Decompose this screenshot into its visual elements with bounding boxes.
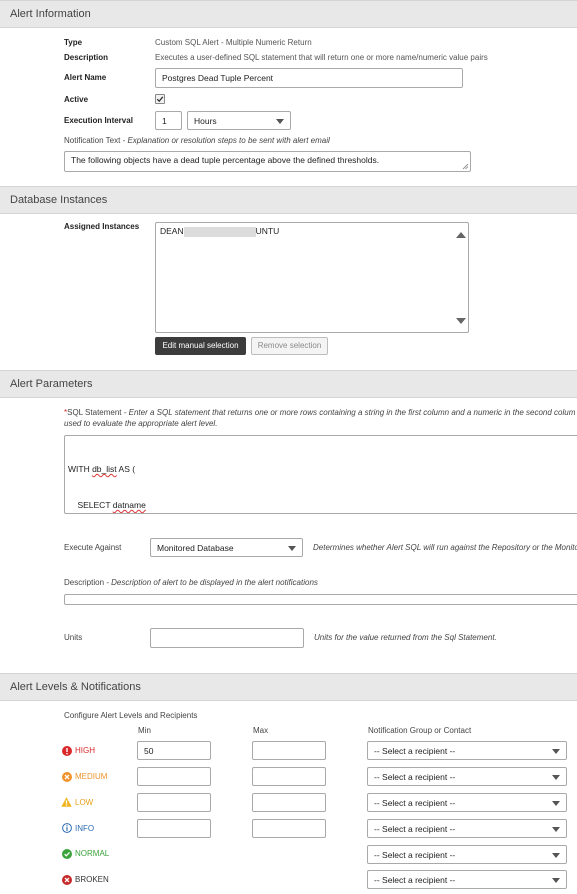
alert-name-label: Alert Name (64, 73, 107, 82)
instance-suffix: UNTU (255, 226, 280, 236)
alert-description-label-text: Description (64, 578, 105, 587)
execute-against-label: Execute Against (64, 543, 122, 552)
level-name-high: HIGH (75, 746, 95, 755)
medium-min-input[interactable] (137, 767, 211, 786)
section-alert-information: Alert Information (0, 0, 577, 28)
recipient-value: -- Select a recipient -- (374, 798, 456, 808)
sql-label: SQL Statement (67, 408, 122, 417)
description-label: Description (64, 53, 109, 62)
description-value: Executes a user-defined SQL statement th… (155, 53, 488, 62)
min-header: Min (138, 726, 151, 735)
sql-code: WITH db_list AS ( SELECT datname FROM pg… (68, 439, 190, 513)
sql-statement-textarea[interactable]: WITH db_list AS ( SELECT datname FROM pg… (64, 435, 577, 514)
checkmark-icon (156, 96, 164, 103)
high-min-input[interactable]: 50 (137, 741, 211, 760)
units-input[interactable] (150, 628, 304, 648)
chevron-down-icon (552, 878, 560, 883)
sql-hint: - Enter a SQL statement that returns one… (121, 408, 576, 417)
alert-description-label: Description - Description of alert to be… (64, 578, 318, 587)
sql-line: WITH db_list AS ( (68, 464, 136, 474)
configure-levels-label: Configure Alert Levels and Recipients (64, 711, 198, 720)
interval-unit-select[interactable]: Hours (187, 111, 291, 130)
notification-group-header: Notification Group or Contact (368, 726, 472, 735)
section-title: Alert Information (10, 8, 91, 20)
recipient-value: -- Select a recipient -- (374, 772, 456, 782)
type-label: Type (64, 38, 83, 47)
broken-recipient-select[interactable]: -- Select a recipient -- (367, 870, 567, 889)
info-max-input[interactable] (252, 819, 326, 838)
medium-max-input[interactable] (252, 767, 326, 786)
section-alert-parameters: Alert Parameters (0, 370, 577, 398)
resize-handle-icon[interactable] (462, 163, 469, 170)
active-checkbox[interactable] (155, 94, 165, 104)
low-min-input[interactable] (137, 793, 211, 812)
level-name-info: INFO (75, 824, 95, 833)
check-icon (62, 849, 72, 859)
chevron-down-icon (552, 749, 560, 754)
recipient-value: -- Select a recipient -- (374, 746, 456, 756)
execute-against-select[interactable]: Monitored Database (150, 538, 303, 557)
scroll-down-icon[interactable] (456, 318, 466, 325)
normal-recipient-select[interactable]: -- Select a recipient -- (367, 845, 567, 864)
section-title: Alert Parameters (10, 378, 93, 390)
section-title: Database Instances (10, 194, 108, 206)
assigned-instances-list[interactable]: DEAN UNTU (155, 222, 469, 333)
execute-against-value: Monitored Database (157, 543, 234, 553)
instance-prefix: DEAN (160, 226, 184, 236)
scroll-up-icon[interactable] (456, 231, 466, 238)
section-title: Alert Levels & Notifications (10, 681, 141, 693)
high-max-input[interactable] (252, 741, 326, 760)
chevron-down-icon (552, 827, 560, 832)
units-hint: Units for the value returned from the Sq… (314, 633, 497, 642)
exclamation-icon (62, 746, 72, 756)
instance-item[interactable]: DEAN UNTU (160, 226, 279, 237)
chevron-down-icon (552, 801, 560, 806)
edit-manual-selection-button[interactable]: Edit manual selection (155, 337, 246, 355)
notification-text-area[interactable]: The following objects have a dead tuple … (64, 151, 471, 172)
alert-description-hint: - Description of alert to be displayed i… (104, 578, 318, 587)
sql-line: SELECT datname (68, 500, 146, 510)
alert-description-input[interactable] (64, 594, 577, 605)
execution-interval-label: Execution Interval (64, 116, 133, 125)
recipient-value: -- Select a recipient -- (374, 850, 456, 860)
execute-against-hint: Determines whether Alert SQL will run ag… (313, 543, 577, 552)
section-database-instances: Database Instances (0, 186, 577, 214)
low-recipient-select[interactable]: -- Select a recipient -- (367, 793, 567, 812)
sql-hint-line2: used to evaluate the appropriate alert l… (64, 419, 218, 428)
chevron-down-icon (552, 775, 560, 780)
warning-triangle-icon (61, 797, 72, 807)
units-label: Units (64, 633, 83, 642)
chevron-down-icon (552, 853, 560, 858)
medium-x-icon (62, 772, 72, 782)
assigned-instances-label: Assigned Instances (64, 222, 140, 231)
sql-statement-label: *SQL Statement - Enter a SQL statement t… (64, 408, 575, 417)
low-max-input[interactable] (252, 793, 326, 812)
info-icon (62, 823, 72, 833)
alert-name-input[interactable]: Postgres Dead Tuple Percent (155, 68, 463, 88)
section-alert-levels: Alert Levels & Notifications (0, 673, 577, 701)
chevron-down-icon (276, 119, 284, 124)
notification-text-label: Notification Text - Explanation or resol… (64, 136, 330, 145)
redacted-block (183, 226, 256, 237)
high-recipient-select[interactable]: -- Select a recipient -- (367, 741, 567, 760)
interval-value-input[interactable]: 1 (155, 111, 182, 130)
medium-recipient-select[interactable]: -- Select a recipient -- (367, 767, 567, 786)
broken-x-icon (62, 875, 72, 885)
notification-hint: - Explanation or resolution steps to be … (120, 136, 330, 145)
level-name-medium: MEDIUM (75, 772, 108, 781)
level-name-broken: BROKEN (75, 875, 109, 884)
remove-selection-button[interactable]: Remove selection (251, 337, 328, 355)
recipient-value: -- Select a recipient -- (374, 875, 456, 885)
max-header: Max (253, 726, 269, 735)
info-recipient-select[interactable]: -- Select a recipient -- (367, 819, 567, 838)
notification-label: Notification Text (64, 136, 121, 145)
level-name-normal: NORMAL (75, 849, 110, 858)
info-min-input[interactable] (137, 819, 211, 838)
type-value: Custom SQL Alert - Multiple Numeric Retu… (155, 38, 312, 47)
level-name-low: LOW (75, 798, 94, 807)
active-label: Active (64, 95, 89, 104)
recipient-value: -- Select a recipient -- (374, 824, 456, 834)
interval-unit-value: Hours (194, 116, 217, 126)
chevron-down-icon (288, 546, 296, 551)
